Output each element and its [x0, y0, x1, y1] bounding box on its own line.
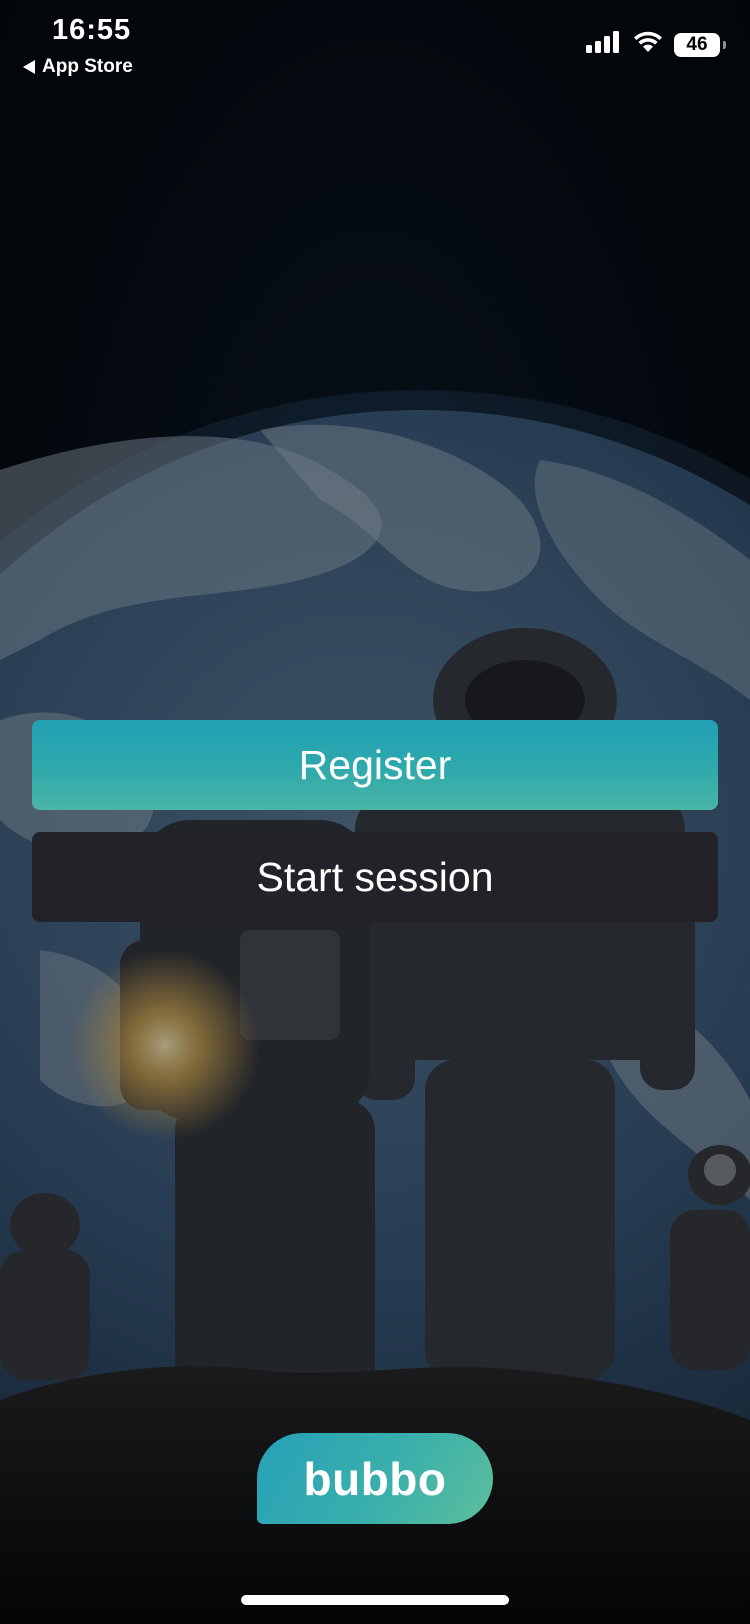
back-arrow-icon: [22, 59, 36, 75]
status-icons: 46: [586, 30, 726, 59]
register-button-label: Register: [298, 741, 452, 788]
status-time: 16:55: [52, 14, 132, 46]
start-session-button-label: Start session: [256, 853, 494, 900]
battery-level: 46: [686, 33, 708, 55]
register-button[interactable]: Register: [32, 720, 718, 810]
start-session-button[interactable]: Start session: [32, 832, 718, 922]
wifi-icon: [632, 30, 664, 59]
background-image: [0, 0, 750, 1624]
logo-text: bubbo: [303, 1452, 447, 1505]
back-link-label: App Store: [42, 56, 133, 77]
signal-icon: [586, 31, 622, 58]
bubbo-logo: bubbo: [257, 1433, 493, 1524]
status-bar: 16:55 App Store 46: [0, 0, 750, 90]
home-indicator[interactable]: [241, 1595, 509, 1605]
battery-icon: 46: [674, 32, 726, 57]
welcome-screen: 16:55 App Store 46 Register Start sessio…: [0, 0, 750, 1624]
back-to-app-store-link[interactable]: App Store: [22, 56, 133, 78]
